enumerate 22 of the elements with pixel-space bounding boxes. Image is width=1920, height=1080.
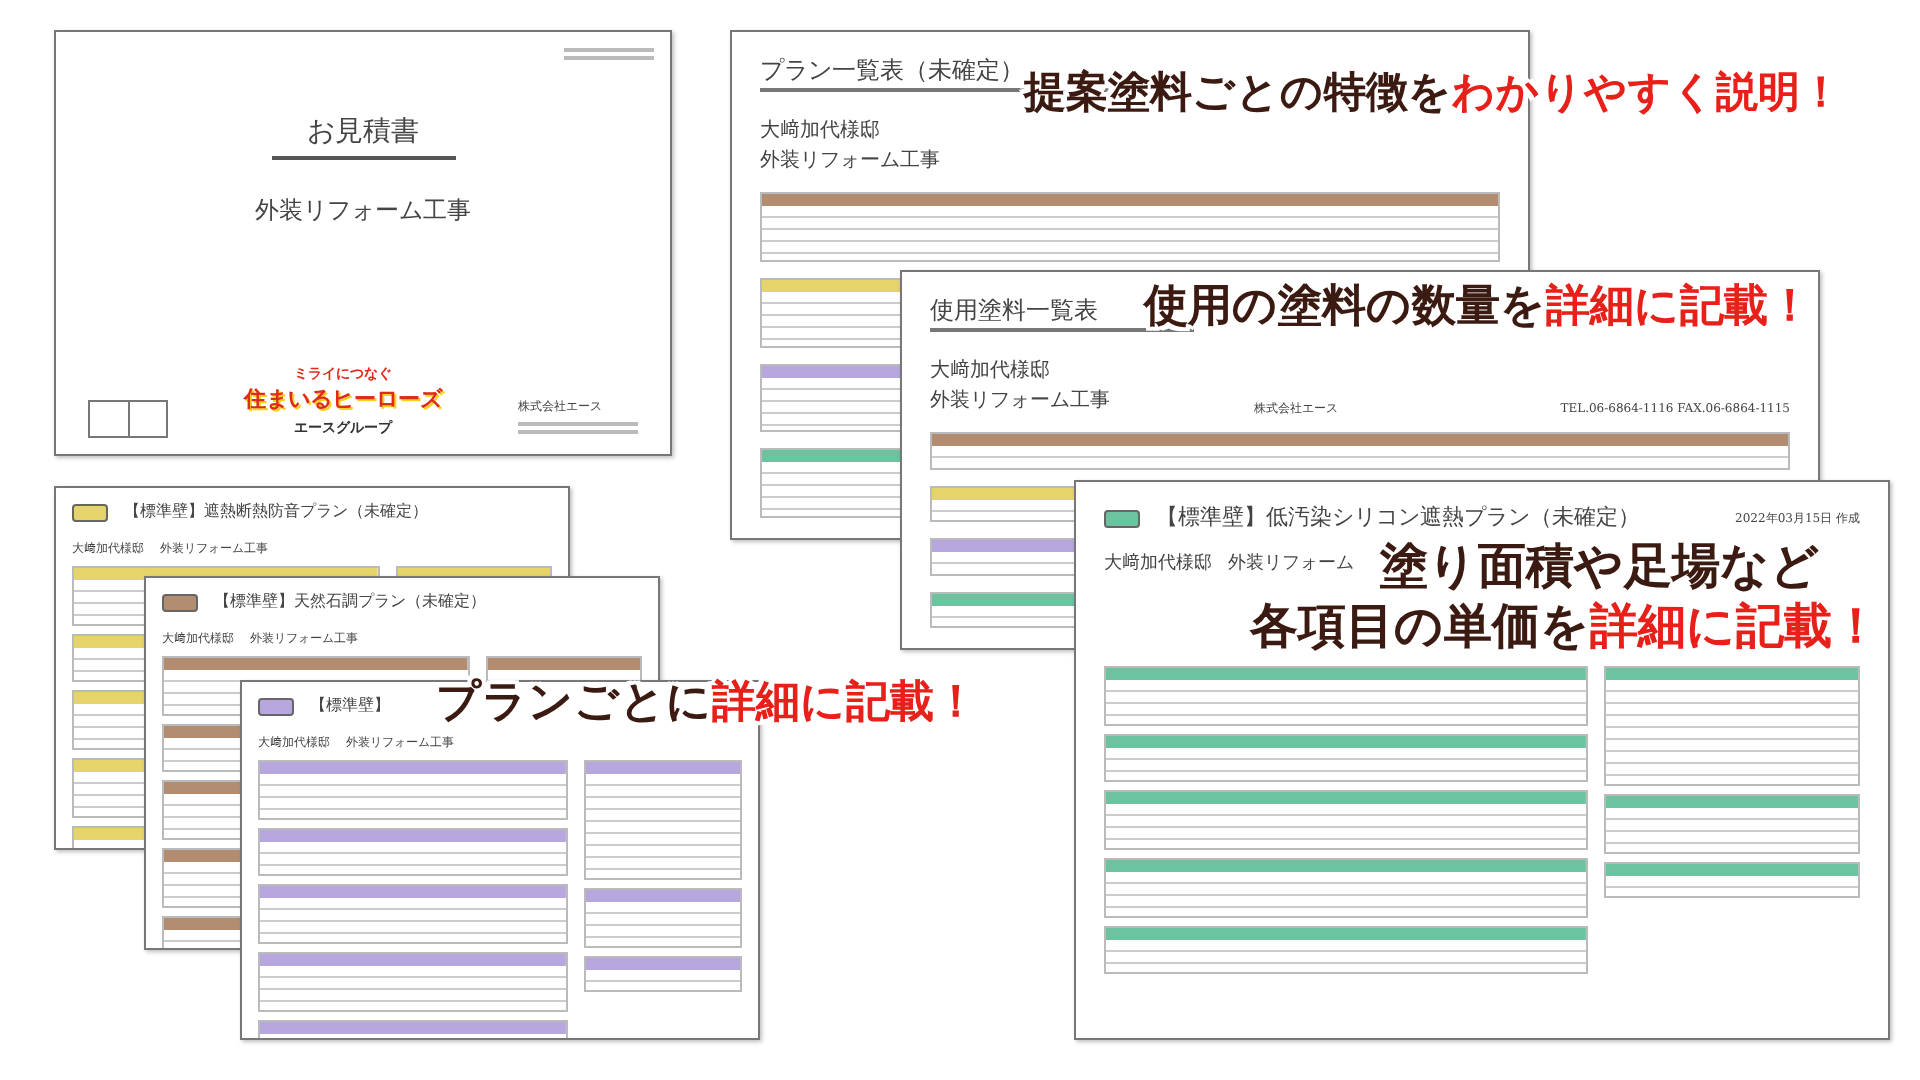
- logo-text: 住まいるヒーローズ: [244, 384, 442, 416]
- client-name: 大﨑加代様邸: [930, 357, 1052, 386]
- caption-text: 各項目の単価を: [1250, 596, 1590, 656]
- document-title: 【標準壁】遮熱断熱防音プラン（未確定）: [124, 500, 428, 524]
- caption-text: 塗り面積や足場など: [1380, 536, 1820, 596]
- project-name: 外装リフォーム: [1228, 551, 1354, 577]
- document-title: 【標準壁】: [310, 694, 390, 718]
- blurred-text: [518, 422, 638, 438]
- client-name: 大﨑加代様邸: [760, 117, 882, 146]
- caption-emphasis: 詳細に記載！: [1546, 280, 1812, 335]
- caption-text: 使用の塗料の数量を: [1144, 280, 1546, 335]
- caption-text: プランごとに: [436, 676, 712, 731]
- blurred-text: [564, 48, 654, 64]
- caption-emphasis: 詳細に記載！: [1590, 596, 1880, 656]
- project-name: 外装リフォーム工事: [255, 194, 471, 228]
- document-title: 【標準壁】天然石調プラン（未確定）: [214, 590, 486, 614]
- document-title: 【標準壁】低汚染シリコン遮熱プラン（未確定）: [1156, 502, 1640, 534]
- client-name: 大﨑加代様邸: [1104, 551, 1212, 577]
- stamp-box-drawing: [88, 400, 168, 438]
- project-name: 外装リフォーム工事: [760, 147, 940, 176]
- project-name: 外装リフォーム工事: [930, 387, 1110, 416]
- document-title: お見積書: [271, 112, 455, 160]
